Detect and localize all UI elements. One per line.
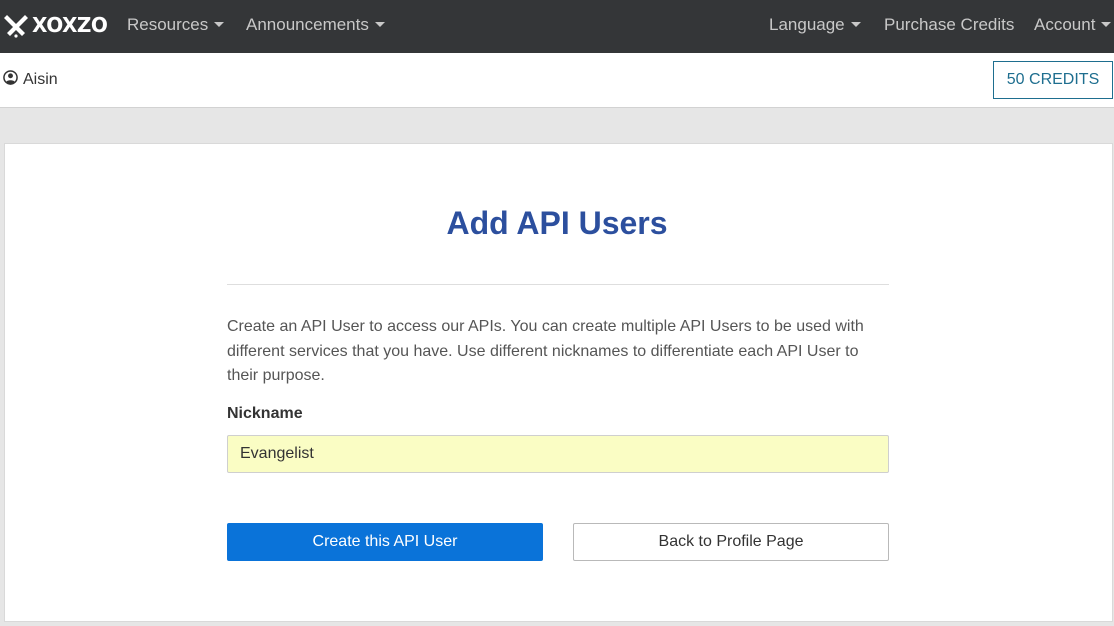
nav-purchase-credits[interactable]: Purchase Credits [884,0,1014,53]
nav-announcements-label: Announcements [246,15,369,34]
user-name: Aisin [23,71,58,88]
caret-down-icon [850,22,861,28]
user-info: Aisin [3,70,58,90]
caret-down-icon [374,22,385,28]
brand-name: XOXZO [32,13,108,37]
nav-account[interactable]: Account [1034,0,1112,53]
nickname-input[interactable] [227,435,889,473]
xoxzo-logo-icon [3,12,29,38]
divider [227,284,889,285]
nav-announcements[interactable]: Announcements [246,0,385,53]
user-bar: Aisin 50 CREDITS [0,53,1114,108]
page-title: Add API Users [446,205,668,241]
nav-resources[interactable]: Resources [127,0,225,53]
nav-purchase-credits-label: Purchase Credits [884,15,1015,34]
credits-button[interactable]: 50 CREDITS [993,61,1113,99]
top-navbar: XOXZO Resources Announcements Language P… [0,0,1114,53]
nickname-label: Nickname [227,405,303,422]
caret-down-icon [1101,22,1112,28]
nav-resources-label: Resources [127,15,209,34]
nav-language-label: Language [769,15,845,34]
user-circle-icon [3,70,23,90]
caret-down-icon [214,22,225,28]
brand-logo[interactable]: XOXZO [3,11,108,39]
create-api-user-button[interactable]: Create this API User [227,523,543,561]
nav-language[interactable]: Language [769,0,861,53]
nav-account-label: Account [1034,15,1096,34]
page-description: Create an API User to access our APIs. Y… [227,318,864,384]
back-to-profile-button[interactable]: Back to Profile Page [573,523,889,561]
